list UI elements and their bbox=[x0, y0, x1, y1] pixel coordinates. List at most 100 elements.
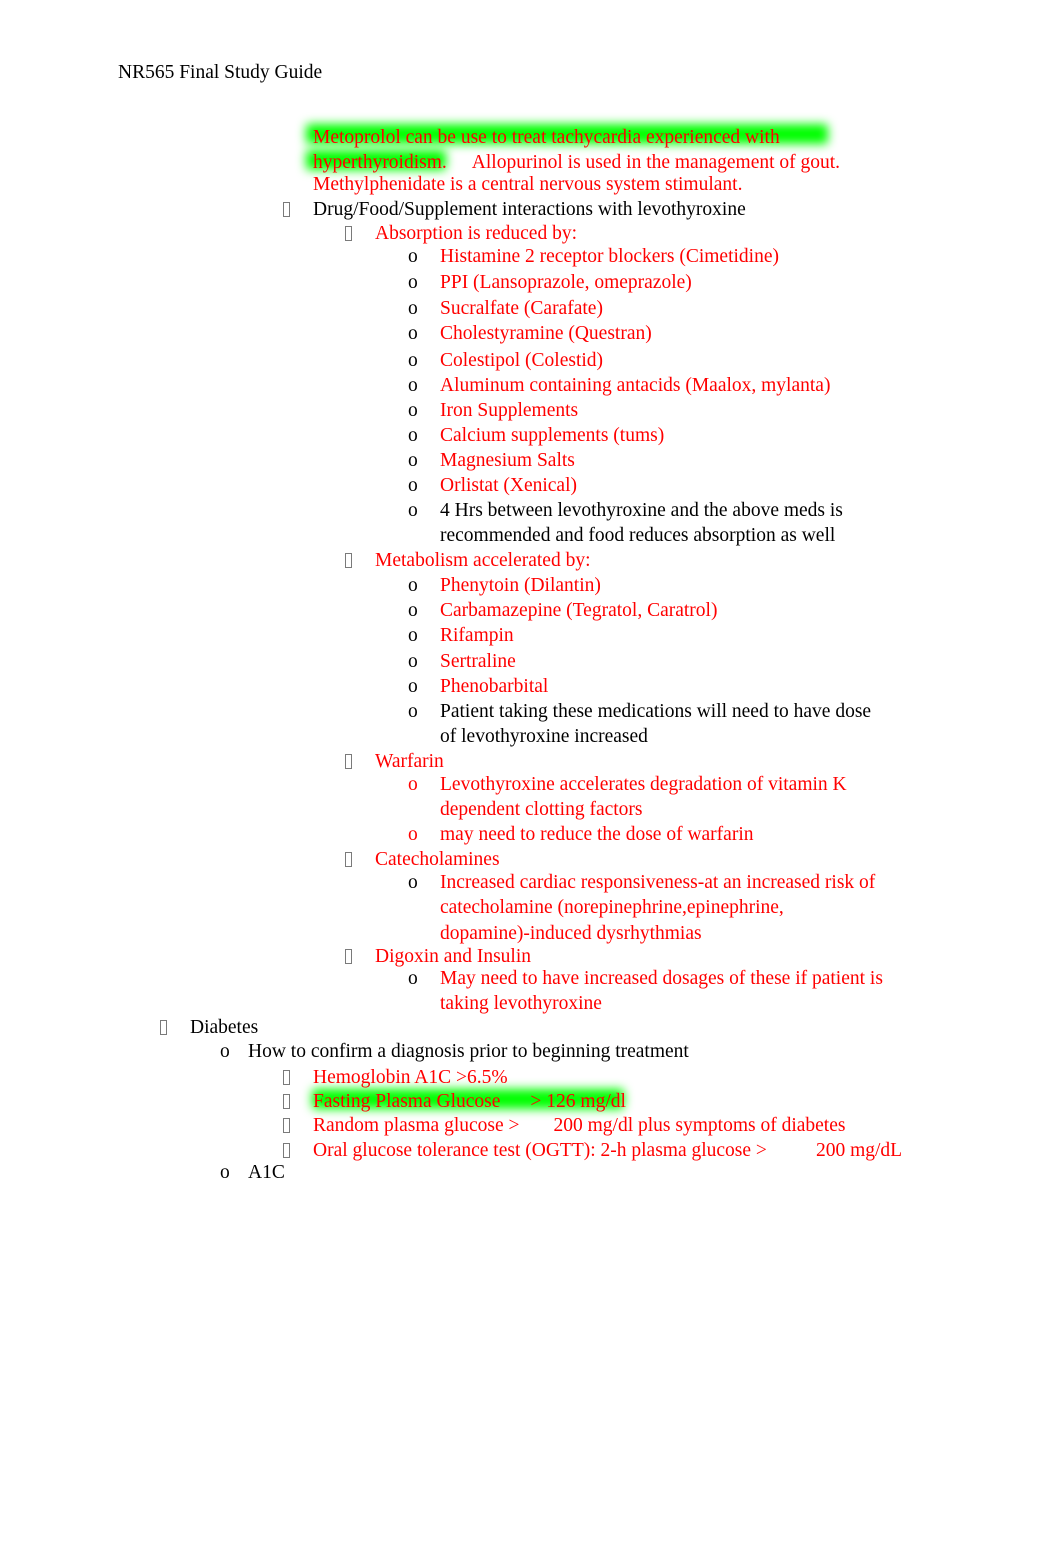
letter-o-bullet-icon: o bbox=[408, 246, 418, 267]
catecholamines-heading: Catecholamines bbox=[375, 849, 500, 870]
list-item: o Aluminum containing antacids (Maalox, … bbox=[408, 373, 928, 398]
tofu-box-bullet-icon bbox=[283, 1113, 303, 1138]
list-item-label: Carbamazepine (Tegratol, Caratrol) bbox=[440, 600, 718, 621]
list-item-label: Magnesium Salts bbox=[440, 450, 575, 471]
list-item-diabetes-subheading: o How to confirm a diagnosis prior to be… bbox=[220, 1039, 840, 1064]
tofu-box-bullet-icon bbox=[283, 197, 303, 222]
letter-o-bullet-icon: o bbox=[408, 968, 418, 989]
criteria-label: Hemoglobin A1C >6.5% bbox=[313, 1067, 508, 1088]
list-item-label: Patient taking these medications will ne… bbox=[440, 701, 872, 748]
list-item-label: Calcium supplements (tums) bbox=[440, 425, 665, 446]
intro-line-1: Metoprolol can be use to treat tachycard… bbox=[313, 127, 780, 148]
letter-o-bullet-icon: o bbox=[408, 824, 418, 845]
metabolism-heading: Metabolism accelerated by: bbox=[375, 550, 591, 571]
page-title: NR565 Final Study Guide bbox=[118, 62, 323, 83]
letter-o-bullet-icon: o bbox=[408, 450, 418, 471]
list-item: o Sertraline bbox=[408, 649, 928, 674]
list-item-warfarin-heading: Warfarin bbox=[345, 749, 905, 774]
letter-o-bullet-icon: o bbox=[408, 500, 418, 521]
list-item-label: PPI (Lansoprazole, omeprazole) bbox=[440, 272, 692, 293]
letter-o-bullet-icon: o bbox=[408, 350, 418, 371]
criteria-value: > 126 mg/dl bbox=[530, 1091, 626, 1112]
list-item-label: Orlistat (Xenical) bbox=[440, 475, 577, 496]
list-item-label: Phenytoin (Dilantin) bbox=[440, 575, 601, 596]
diabetes-subheading: How to confirm a diagnosis prior to begi… bbox=[248, 1041, 689, 1062]
list-item-criteria: Random plasma glucose > 200 mg/dl plus sy… bbox=[283, 1113, 923, 1138]
list-item: o Patient taking these medications will … bbox=[408, 699, 888, 750]
tofu-box-bullet-icon bbox=[345, 847, 365, 872]
tofu-box-bullet-icon bbox=[283, 1065, 303, 1090]
intro-line-2-highlighted: hyperthyroidism. bbox=[313, 152, 447, 173]
list-item-label: Cholestyramine (Questran) bbox=[440, 323, 652, 344]
list-item-label: Sertraline bbox=[440, 651, 516, 672]
tofu-box-bullet-icon bbox=[345, 944, 365, 969]
list-item-absorption-heading: Absorption is reduced by: bbox=[345, 221, 905, 246]
letter-o-bullet-icon: o bbox=[408, 701, 418, 722]
letter-o-bullet-icon: o bbox=[408, 774, 418, 795]
list-item: o May need to have increased dosages of … bbox=[408, 966, 884, 1017]
list-item-label: Levothyroxine accelerates degradation of… bbox=[440, 774, 847, 821]
letter-o-bullet-icon: o bbox=[408, 323, 418, 344]
list-item: o Phenobarbital bbox=[408, 674, 928, 699]
list-item-label: 4 Hrs between levothyroxine and the abov… bbox=[440, 500, 843, 547]
tofu-box-bullet-icon bbox=[160, 1015, 180, 1040]
list-item-label: Sucralfate (Carafate) bbox=[440, 298, 603, 319]
list-item: o Sucralfate (Carafate) bbox=[408, 296, 928, 321]
list-item-label: Histamine 2 receptor blockers (Cimetidin… bbox=[440, 246, 779, 267]
list-item-label: Phenobarbital bbox=[440, 676, 549, 697]
letter-o-bullet-icon: o bbox=[408, 475, 418, 496]
a1c-label: A1C bbox=[248, 1162, 285, 1183]
document-page: NR565 Final Study Guide Metoprolol can b… bbox=[0, 0, 1062, 1561]
criteria-value: 200 mg/dl plus symptoms of diabetes bbox=[553, 1115, 846, 1136]
intro-paragraph: Metoprolol can be use to treat tachycard… bbox=[313, 125, 838, 150]
list-item-a1c: o A1C bbox=[220, 1160, 520, 1185]
list-item: o Histamine 2 receptor blockers (Cimetid… bbox=[408, 244, 928, 269]
list-item: o Phenytoin (Dilantin) bbox=[408, 573, 928, 598]
letter-o-bullet-icon: o bbox=[408, 375, 418, 396]
tofu-box-bullet-icon bbox=[345, 548, 365, 573]
list-item: o Cholestyramine (Questran) bbox=[408, 321, 928, 346]
list-item: o Colestipol (Colestid) bbox=[408, 348, 928, 373]
list-item-label: Aluminum containing antacids (Maalox, my… bbox=[440, 375, 831, 396]
list-item-criteria: Fasting Plasma Glucose > 126 mg/dl bbox=[283, 1089, 883, 1114]
criteria-label: Oral glucose tolerance test (OGTT): 2-h … bbox=[313, 1140, 767, 1161]
list-item: o Carbamazepine (Tegratol, Caratrol) bbox=[408, 598, 928, 623]
list-item-criteria: Hemoglobin A1C >6.5% bbox=[283, 1065, 883, 1090]
letter-o-bullet-icon: o bbox=[220, 1041, 230, 1062]
tofu-box-bullet-icon bbox=[345, 749, 365, 774]
tofu-box-bullet-icon bbox=[283, 1089, 303, 1114]
list-item: o 4 Hrs between levothyroxine and the ab… bbox=[408, 498, 873, 549]
letter-o-bullet-icon: o bbox=[408, 425, 418, 446]
list-item: o PPI (Lansoprazole, omeprazole) bbox=[408, 270, 928, 295]
absorption-heading: Absorption is reduced by: bbox=[375, 223, 578, 244]
warfarin-heading: Warfarin bbox=[375, 751, 444, 772]
list-item: o Increased cardiac responsiveness-at an… bbox=[408, 870, 876, 946]
list-item-metabolism-heading: Metabolism accelerated by: bbox=[345, 548, 905, 573]
letter-o-bullet-icon: o bbox=[408, 298, 418, 319]
letter-o-bullet-icon: o bbox=[408, 600, 418, 621]
intro-paragraph-line3: Methylphenidate is a central nervous sys… bbox=[313, 172, 873, 197]
list-item-label: Rifampin bbox=[440, 625, 514, 646]
list-item: o Rifampin bbox=[408, 623, 928, 648]
diabetes-heading: Diabetes bbox=[190, 1017, 259, 1038]
list-item-label: Increased cardiac responsiveness-at an i… bbox=[440, 872, 876, 944]
interactions-heading: Drug/Food/Supplement interactions with l… bbox=[313, 199, 746, 220]
list-item-label: may need to reduce the dose of warfarin bbox=[440, 824, 754, 845]
letter-o-bullet-icon: o bbox=[408, 676, 418, 697]
letter-o-bullet-icon: o bbox=[408, 625, 418, 646]
criteria-value: 200 mg/dL bbox=[815, 1140, 903, 1161]
list-item-label: May need to have increased dosages of th… bbox=[440, 968, 883, 1015]
list-item: o Orlistat (Xenical) bbox=[408, 473, 928, 498]
letter-o-bullet-icon: o bbox=[408, 651, 418, 672]
intro-line-3: Methylphenidate is a central nervous sys… bbox=[313, 174, 743, 195]
letter-o-bullet-icon: o bbox=[220, 1162, 230, 1183]
list-item: o Calcium supplements (tums) bbox=[408, 423, 928, 448]
criteria-label: Random plasma glucose > bbox=[313, 1115, 520, 1136]
list-item: o Magnesium Salts bbox=[408, 448, 928, 473]
list-item-interactions-heading: Drug/Food/Supplement interactions with l… bbox=[283, 197, 903, 222]
list-item-diabetes-heading: Diabetes bbox=[160, 1015, 780, 1040]
letter-o-bullet-icon: o bbox=[408, 272, 418, 293]
list-item-label: Colestipol (Colestid) bbox=[440, 350, 604, 371]
intro-line-2-rest: Allopurinol is used in the management of… bbox=[471, 152, 841, 173]
list-item-label: Iron Supplements bbox=[440, 400, 579, 421]
